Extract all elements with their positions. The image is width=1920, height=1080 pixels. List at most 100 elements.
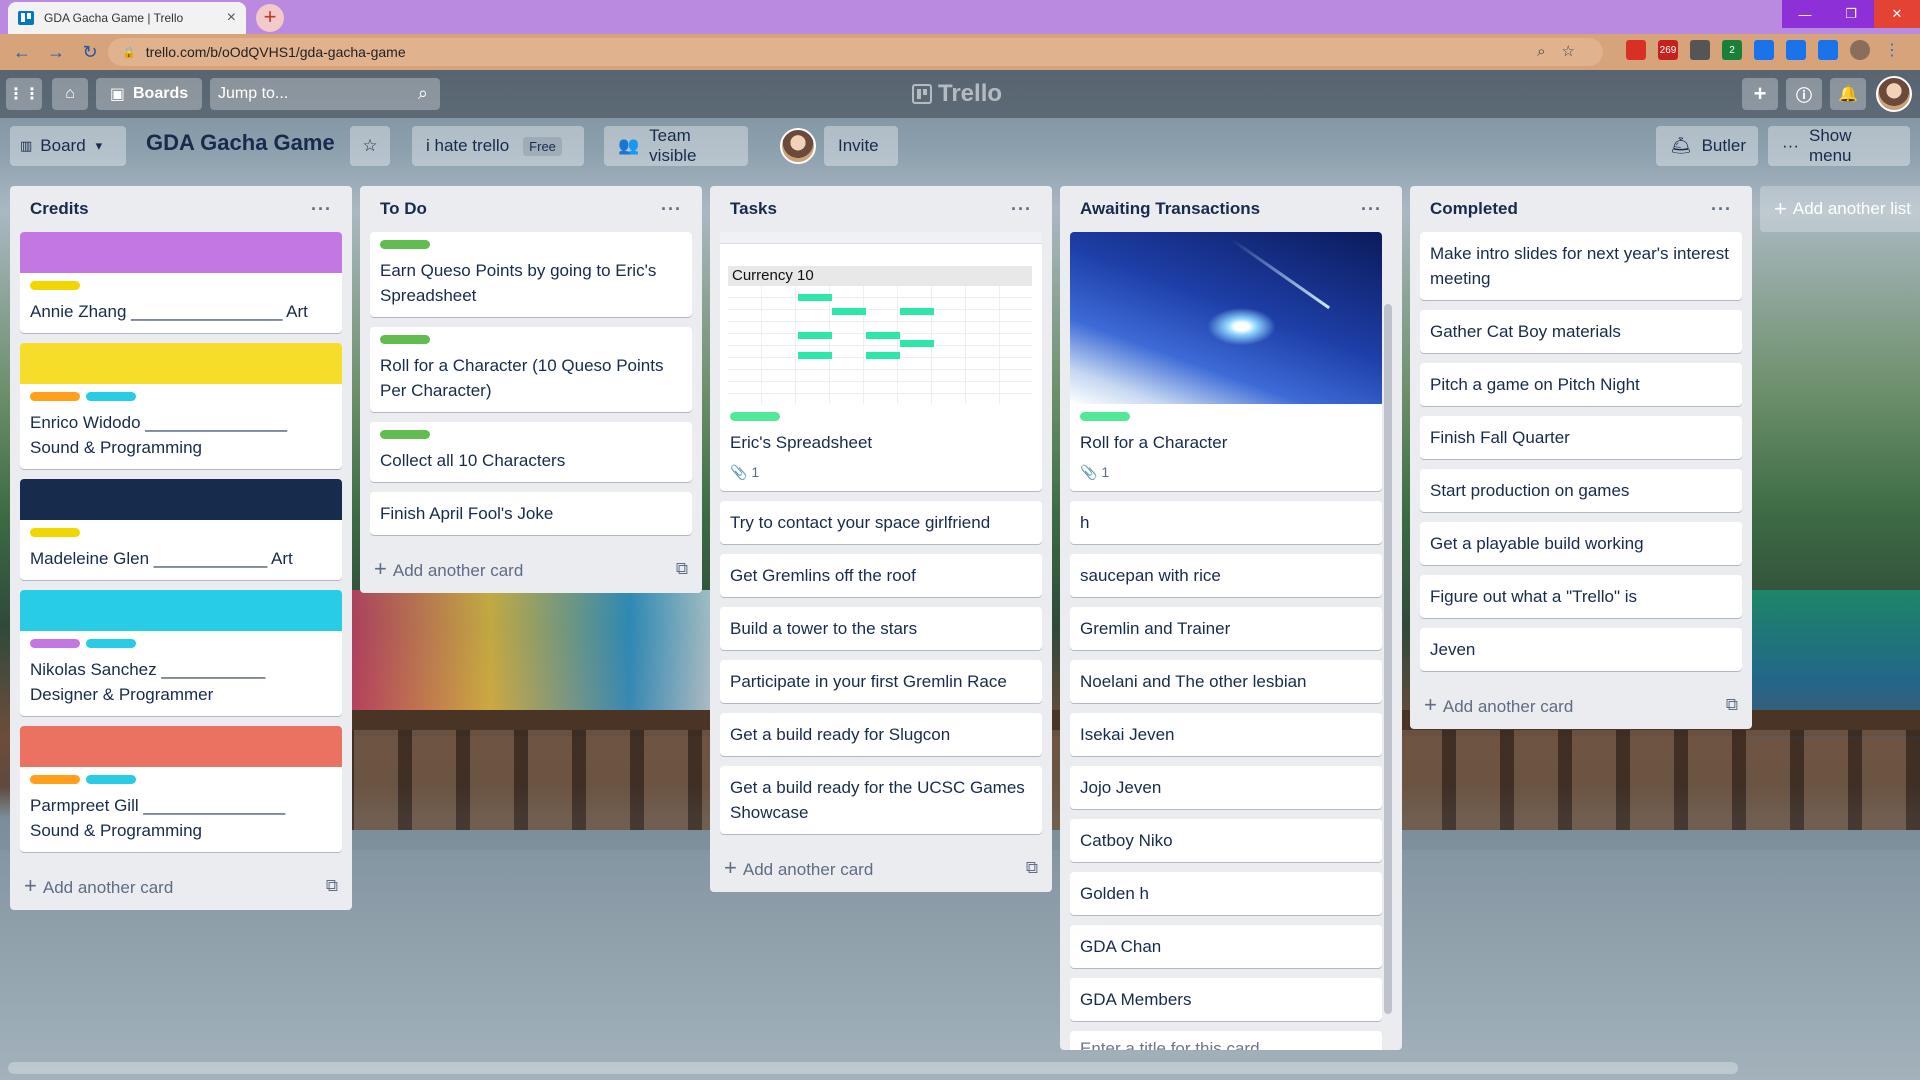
card[interactable]: Try to contact your space girlfriend xyxy=(720,501,1042,544)
list-scrollbar[interactable] xyxy=(1384,304,1392,1014)
card[interactable]: Collect all 10 Characters xyxy=(370,422,692,482)
calendar-extension-icon[interactable]: 269 xyxy=(1658,40,1678,60)
list-menu-icon[interactable]: ··· xyxy=(1361,199,1382,220)
card[interactable]: Roll for a Character 📎 1 xyxy=(1070,232,1382,491)
extension-icon[interactable] xyxy=(1626,40,1646,60)
boards-button[interactable]: ▣ Boards xyxy=(96,78,202,110)
minimize-icon[interactable]: — xyxy=(1782,0,1828,28)
card[interactable]: Parmpreet Gill _______________ Sound & P… xyxy=(20,726,342,852)
card[interactable]: saucepan with rice xyxy=(1070,554,1382,597)
card-template-icon[interactable]: ⧉ xyxy=(1726,695,1738,715)
profile-avatar[interactable] xyxy=(1850,40,1870,60)
card[interactable]: Participate in your first Gremlin Race xyxy=(720,660,1042,703)
window-close-icon[interactable]: ✕ xyxy=(1874,0,1920,28)
card[interactable]: Get a build ready for the UCSC Games Sho… xyxy=(720,766,1042,834)
zoom-and-star-icons[interactable]: ⌕☆ xyxy=(1537,42,1591,60)
card[interactable]: Finish Fall Quarter xyxy=(1420,416,1742,459)
back-icon[interactable]: ← xyxy=(10,42,34,63)
visibility-button[interactable]: 👥 Team visible xyxy=(604,126,748,166)
member-avatar[interactable] xyxy=(1876,76,1912,112)
card[interactable]: Jojo Jeven xyxy=(1070,766,1382,809)
lock-icon[interactable]: 🔒 xyxy=(122,46,136,59)
tab-close-icon[interactable]: × xyxy=(227,9,236,27)
card[interactable]: Jeven xyxy=(1420,628,1742,671)
add-list-button[interactable]: + Add another list xyxy=(1760,186,1920,232)
add-card-button[interactable]: + Add another card ⧉ xyxy=(10,862,352,910)
reload-icon[interactable]: ↻ xyxy=(78,42,102,63)
card[interactable]: Finish April Fool's Joke xyxy=(370,492,692,535)
extension-icon[interactable] xyxy=(1690,40,1710,60)
card[interactable]: Earn Queso Points by going to Eric's Spr… xyxy=(370,232,692,317)
card[interactable]: Gremlin and Trainer xyxy=(1070,607,1382,650)
card[interactable]: Figure out what a "Trello" is xyxy=(1420,575,1742,618)
card[interactable]: h xyxy=(1070,501,1382,544)
list-menu-icon[interactable]: ··· xyxy=(311,199,332,220)
restore-icon[interactable]: ❐ xyxy=(1828,0,1874,28)
browser-tab[interactable]: GDA Gacha Game | Trello × xyxy=(8,2,246,34)
search-icon[interactable]: ⌕ xyxy=(418,83,428,104)
card[interactable]: Build a tower to the stars xyxy=(720,607,1042,650)
invite-button[interactable]: Invite xyxy=(824,126,898,166)
card[interactable]: Gather Cat Boy materials xyxy=(1420,310,1742,353)
card[interactable]: GDA Chan xyxy=(1070,925,1382,968)
list-header[interactable]: Awaiting Transactions ··· xyxy=(1060,186,1402,232)
puzzle-icon[interactable] xyxy=(1786,40,1806,60)
info-icon[interactable]: ⓘ xyxy=(1786,78,1822,110)
list-header[interactable]: Completed ··· xyxy=(1410,186,1752,232)
list-menu-icon[interactable]: ··· xyxy=(661,199,682,220)
card[interactable]: GDA Members xyxy=(1070,978,1382,1021)
list-header[interactable]: To Do ··· xyxy=(360,186,702,232)
card[interactable]: Isekai Jeven xyxy=(1070,713,1382,756)
trello-logo[interactable]: Trello xyxy=(912,80,1002,108)
list-menu-icon[interactable]: ··· xyxy=(1711,199,1732,220)
board-horizontal-scrollbar[interactable] xyxy=(8,1062,1738,1074)
list-menu-icon[interactable]: ··· xyxy=(1011,199,1032,220)
new-tab-button[interactable]: + xyxy=(256,4,284,32)
reading-list-icon[interactable] xyxy=(1818,40,1838,60)
card[interactable]: Golden h xyxy=(1070,872,1382,915)
list-title[interactable]: Credits xyxy=(30,199,89,219)
star-board-icon[interactable]: ☆ xyxy=(350,126,390,166)
card[interactable]: Enrico Widodo _______________ Sound & Pr… xyxy=(20,343,342,469)
apps-grid-icon[interactable]: ⋮⋮ xyxy=(6,78,42,110)
show-menu-button[interactable]: ··· Show menu xyxy=(1768,126,1910,166)
card[interactable]: Madeleine Glen ____________ Art xyxy=(20,479,342,580)
card[interactable]: Currency 10 Eric's Spreadsheet 📎 1 xyxy=(720,232,1042,491)
address-bar[interactable]: 🔒 trello.com/b/oOdQVHS1/gda-gacha-game ⌕… xyxy=(108,38,1603,66)
more-vert-icon[interactable]: ⋮ xyxy=(1882,40,1902,60)
card[interactable]: Nikolas Sanchez ___________ Designer & P… xyxy=(20,590,342,716)
list-title[interactable]: Tasks xyxy=(730,199,777,219)
card[interactable]: Roll for a Character (10 Queso Points Pe… xyxy=(370,327,692,412)
list-title[interactable]: Completed xyxy=(1430,199,1518,219)
home-icon[interactable]: ⌂ xyxy=(52,78,88,110)
card[interactable]: Get a playable build working xyxy=(1420,522,1742,565)
extension-icon[interactable]: 2 xyxy=(1722,40,1742,60)
add-card-button[interactable]: + Add another card ⧉ xyxy=(360,545,702,593)
notifications-bell-icon[interactable]: 🔔 xyxy=(1830,78,1866,110)
card[interactable]: Noelani and The other lesbian xyxy=(1070,660,1382,703)
extension-icon[interactable] xyxy=(1754,40,1774,60)
card[interactable]: Get Gremlins off the roof xyxy=(720,554,1042,597)
forward-icon[interactable]: → xyxy=(44,42,68,63)
create-plus-icon[interactable]: + xyxy=(1742,78,1778,110)
card[interactable]: Pitch a game on Pitch Night xyxy=(1420,363,1742,406)
add-card-button[interactable]: + Add another card ⧉ xyxy=(710,844,1052,892)
list-title[interactable]: To Do xyxy=(380,199,427,219)
card[interactable]: Get a build ready for Slugcon xyxy=(720,713,1042,756)
card[interactable]: Annie Zhang ________________ Art xyxy=(20,232,342,333)
list-title[interactable]: Awaiting Transactions xyxy=(1080,199,1260,219)
butler-button[interactable]: 🛎 Butler xyxy=(1656,126,1758,166)
add-card-button[interactable]: + Add another card ⧉ xyxy=(1410,681,1752,729)
team-button[interactable]: i hate trello Free xyxy=(412,126,584,166)
card[interactable]: Catboy Niko xyxy=(1070,819,1382,862)
list-header[interactable]: Tasks ··· xyxy=(710,186,1052,232)
card-template-icon[interactable]: ⧉ xyxy=(676,559,688,579)
new-card-title-input[interactable]: Enter a title for this card... xyxy=(1070,1031,1382,1050)
board-view-switcher[interactable]: ▥ Board ▾ xyxy=(10,126,126,166)
card-template-icon[interactable]: ⧉ xyxy=(326,876,338,896)
board-title[interactable]: GDA Gacha Game xyxy=(146,130,335,156)
card[interactable]: Start production on games xyxy=(1420,469,1742,512)
board-member-avatar[interactable] xyxy=(780,128,816,164)
list-header[interactable]: Credits ··· xyxy=(10,186,352,232)
card-template-icon[interactable]: ⧉ xyxy=(1026,858,1038,878)
